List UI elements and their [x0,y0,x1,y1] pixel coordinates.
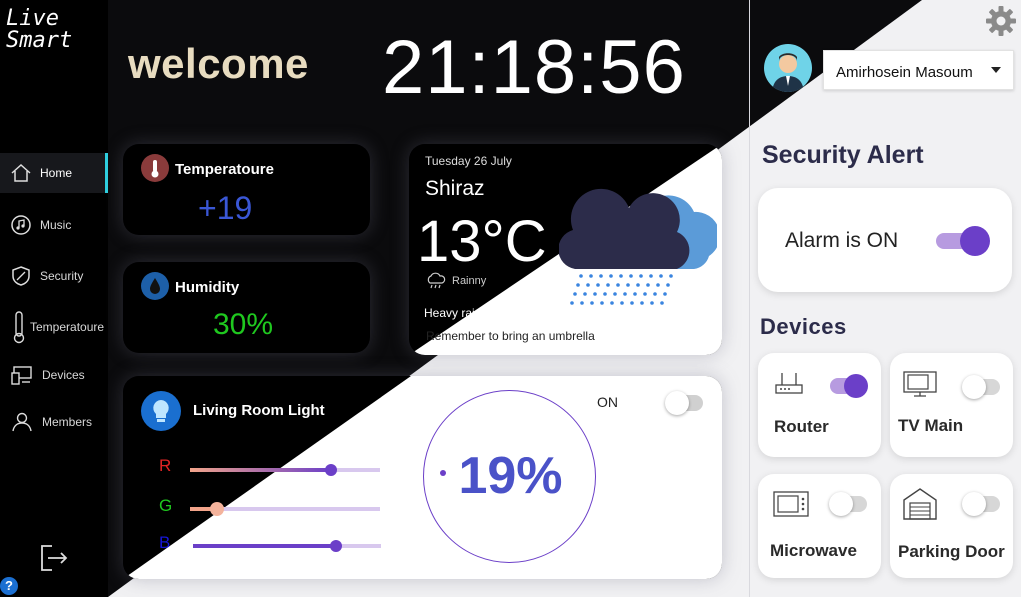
weather-date: Tuesday 26 July [425,154,512,168]
lightbulb-icon [141,391,181,431]
chevron-down-icon [991,67,1001,73]
sidebar-item-label: Music [40,218,72,232]
user-select[interactable]: Amirhosein Masoum [823,50,1014,90]
devices-icon [11,366,32,385]
device-card-tv-main[interactable]: TV Main [890,353,1013,457]
alarm-label: Alarm is ON [785,229,899,252]
red-slider-thumb[interactable] [325,464,337,476]
blue-slider-fill [193,544,336,548]
weather-temperature: 13°C [417,209,547,274]
sidebar-item-label: Security [40,269,84,283]
temperature-value: +19 [198,190,253,226]
right-panel-divider [749,0,750,597]
weather-note-umbrella: Remember to bring an umbrella [426,329,595,343]
thermometer-icon [13,311,25,344]
light-state-label: ON [597,394,618,410]
blue-slider[interactable] [193,540,381,552]
humidity-value: 30% [213,308,274,341]
sidebar: Live Smart Home Music Security Temperato… [0,0,108,597]
microwave-toggle[interactable] [829,492,867,516]
sidebar-item-devices[interactable]: Devices [0,355,108,395]
microwave-icon [773,491,809,517]
red-slider-fill [190,468,331,472]
clock: 21:18:56 [382,25,686,110]
humidity-title: Humidity [175,279,240,296]
tv-icon [903,371,937,397]
weather-condition: Rainny [452,275,487,287]
sidebar-item-label: Devices [42,368,85,382]
device-label-parking-door: Parking Door [898,542,1005,561]
sidebar-item-label: Members [42,415,93,429]
light-toggle[interactable] [665,391,703,415]
alarm-toggle[interactable] [936,226,990,256]
weather-card: Tuesday 26 July Shiraz 13°C Rainny Heavy… [409,144,722,355]
channel-label-b: B [159,533,171,552]
device-card-microwave[interactable]: Microwave [758,474,881,578]
welcome-heading: welcome [128,40,309,87]
temperature-title: Temperatoure [175,161,274,178]
shield-icon [12,266,30,286]
security-alarm-card: Alarm is ON [758,188,1012,292]
rain-small-icon [427,272,446,289]
sidebar-item-members[interactable]: Members [0,402,108,442]
droplet-icon [141,272,169,300]
sidebar-item-label: Home [40,166,73,180]
device-label-tv-main: TV Main [898,416,964,435]
device-card-router[interactable]: Router [758,353,881,457]
sidebar-item-security[interactable]: Security [0,256,108,296]
channel-label-r: R [159,456,172,475]
user-name: Amirhosein Masoum [836,64,973,81]
members-icon [12,412,32,432]
logout-icon[interactable] [36,540,72,576]
red-slider[interactable] [190,464,380,476]
app-logo: Live Smart [6,8,72,52]
weather-note-heavy-rain: Heavy rain! [424,306,485,320]
logo-line-2: Smart [6,28,73,53]
garage-door-icon [903,488,937,520]
device-label-router: Router [774,417,829,436]
device-label-microwave: Microwave [770,541,857,560]
sidebar-item-temperature[interactable]: Temperatoure [0,307,108,347]
temperature-card: Temperatoure +19 [123,144,370,235]
weather-city: Shiraz [425,177,485,200]
green-slider[interactable] [190,502,380,516]
gear-icon[interactable] [985,5,1017,37]
brightness-value: 19% [458,447,563,505]
sidebar-item-music[interactable]: Music [0,205,108,245]
security-title: Security Alert [762,141,924,169]
blue-slider-thumb[interactable] [330,540,342,552]
help-icon[interactable]: ? [0,577,18,595]
sidebar-item-home[interactable]: Home [0,153,108,193]
brightness-dial[interactable]: 19% [423,390,596,563]
green-slider-thumb[interactable] [210,502,224,516]
rain-cloud-icon [559,188,717,305]
living-room-light-card: Living Room Light R G B 19% ON [123,376,722,579]
channel-label-g: G [159,496,173,515]
music-icon [11,215,31,235]
router-toggle[interactable] [830,374,868,398]
avatar[interactable] [764,44,812,92]
tv-main-toggle[interactable] [962,375,1000,399]
device-card-parking-door[interactable]: Parking Door [890,474,1013,578]
devices-title: Devices [760,314,847,339]
router-icon [775,373,803,394]
humidity-card: Humidity 30% [123,262,370,353]
parking-door-toggle[interactable] [962,492,1000,516]
light-title: Living Room Light [193,402,325,419]
sidebar-item-label: Temperatoure [30,320,105,334]
thermometer-icon [141,154,169,182]
logo-line-1: Live [6,6,59,31]
home-icon [11,163,31,182]
